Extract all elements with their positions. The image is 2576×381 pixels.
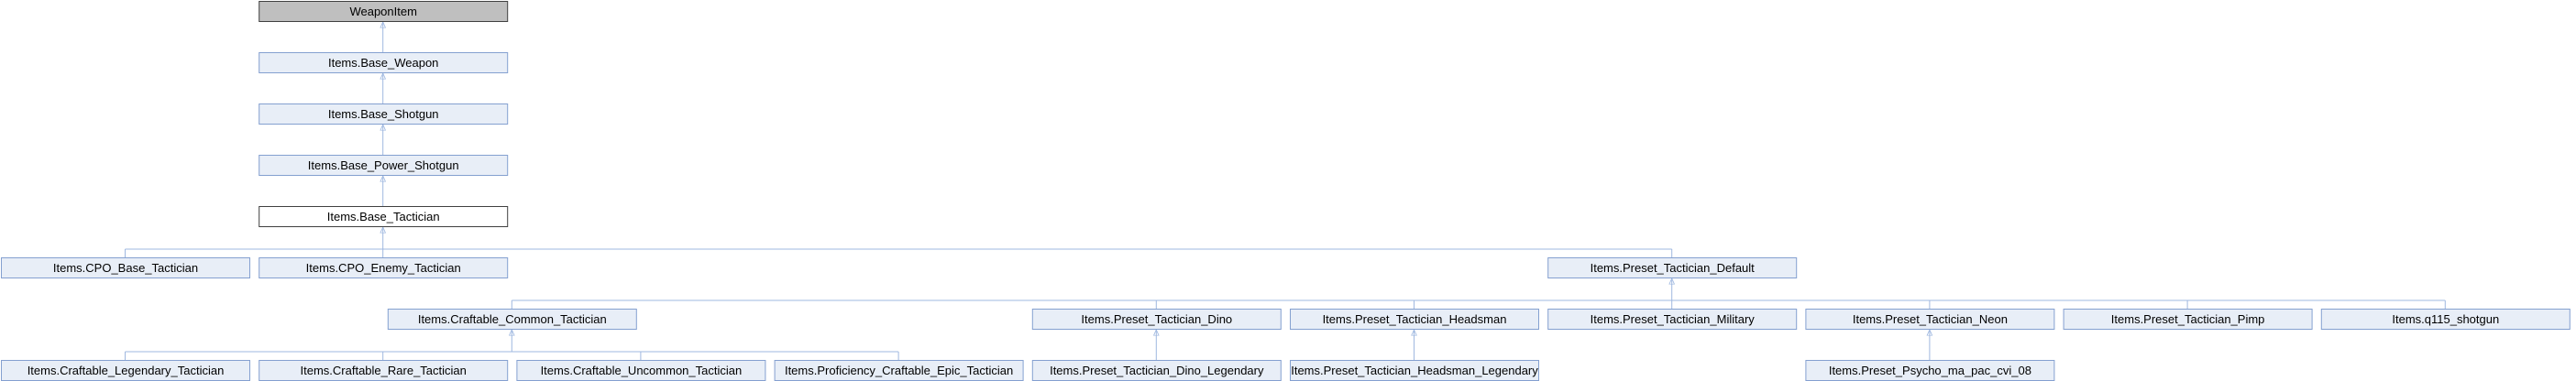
node-label: Items.Preset_Tactician_Dino: [1081, 312, 1232, 326]
node-label: Items.Base_Shotgun: [328, 107, 439, 121]
class-node-preset-tactician-default[interactable]: Items.Preset_Tactician_Default: [1547, 257, 1798, 278]
class-node-preset-tactician-headsman[interactable]: Items.Preset_Tactician_Headsman: [1290, 309, 1539, 330]
node-label: Items.Base_Power_Shotgun: [308, 158, 459, 172]
node-label: Items.Craftable_Rare_Tactician: [301, 364, 467, 377]
class-node-craftable-common-tactician[interactable]: Items.Craftable_Common_Tactician: [387, 309, 637, 330]
node-label: Items.Craftable_Legendary_Tactician: [28, 364, 225, 377]
edge-group-craftable-common-tactician: [125, 330, 899, 360]
inheritance-diagram: WeaponItem Items.Base_Weapon Items.Base_Sh…: [1, 1, 2570, 381]
node-label: Items.CPO_Base_Tactician: [53, 261, 198, 275]
node-label: WeaponItem: [349, 5, 416, 18]
edge-group-preset-tactician-default: [511, 278, 2446, 309]
class-node-base-power-shotgun[interactable]: Items.Base_Power_Shotgun: [259, 155, 509, 176]
class-node-preset-tactician-dino-legendary[interactable]: Items.Preset_Tactician_Dino_Legendary: [1031, 360, 1282, 381]
class-node-preset-tactician-pimp[interactable]: Items.Preset_Tactician_Pimp: [2063, 309, 2313, 330]
class-node-base-shotgun[interactable]: Items.Base_Shotgun: [259, 103, 509, 125]
class-node-preset-tactician-neon[interactable]: Items.Preset_Tactician_Neon: [1805, 309, 2055, 330]
class-node-proficiency-craftable-epic-tactician[interactable]: Items.Proficiency_Craftable_Epic_Tactici…: [774, 360, 1024, 381]
nodes-layer: WeaponItem Items.Base_Weapon Items.Base_Sh…: [1, 1, 2570, 381]
class-node-craftable-rare-tactician[interactable]: Items.Craftable_Rare_Tactician: [259, 360, 509, 381]
class-node-base-weapon[interactable]: Items.Base_Weapon: [259, 52, 509, 73]
node-label: Items.Preset_Tactician_Dino_Legendary: [1050, 364, 1264, 377]
node-label: Items.Preset_Tactician_Military: [1591, 312, 1756, 326]
node-label: Items.q115_shotgun: [2392, 312, 2499, 326]
node-label: Items.Preset_Tactician_Headsman: [1323, 312, 1507, 326]
node-label: Items.CPO_Enemy_Tactician: [306, 261, 461, 275]
node-label: Items.Preset_Tactician_Headsman_Legendar…: [1291, 364, 1538, 377]
node-label: Items.Craftable_Common_Tactician: [418, 312, 607, 326]
class-node-q115-shotgun[interactable]: Items.q115_shotgun: [2320, 309, 2570, 330]
class-node-cpo-enemy-tactician[interactable]: Items.CPO_Enemy_Tactician: [259, 257, 509, 278]
node-label: Items.Craftable_Uncommon_Tactician: [541, 364, 743, 377]
class-node-preset-tactician-dino[interactable]: Items.Preset_Tactician_Dino: [1031, 309, 1282, 330]
node-label: Items.Preset_Tactician_Neon: [1853, 312, 2008, 326]
class-node-weaponitem[interactable]: WeaponItem: [259, 1, 509, 22]
class-node-preset-tactician-military[interactable]: Items.Preset_Tactician_Military: [1547, 309, 1798, 330]
node-label: Items.Base_Tactician: [327, 210, 440, 223]
node-label: Items.Preset_Tactician_Default: [1591, 261, 1756, 275]
edge-group-base-tactician: [125, 227, 1673, 257]
class-node-craftable-uncommon-tactician[interactable]: Items.Craftable_Uncommon_Tactician: [516, 360, 766, 381]
node-label: Items.Preset_Tactician_Pimp: [2111, 312, 2265, 326]
node-label: Items.Base_Weapon: [328, 56, 438, 70]
node-label: Items.Preset_Psycho_ma_pac_cvi_08: [1829, 364, 2031, 377]
class-node-preset-tactician-headsman-legendary[interactable]: Items.Preset_Tactician_Headsman_Legendar…: [1290, 360, 1539, 381]
class-node-preset-psycho-ma-pac-cvi-08[interactable]: Items.Preset_Psycho_ma_pac_cvi_08: [1805, 360, 2055, 381]
class-node-base-tactician: Items.Base_Tactician: [259, 206, 509, 227]
class-node-craftable-legendary-tactician[interactable]: Items.Craftable_Legendary_Tactician: [1, 360, 250, 381]
node-label: Items.Proficiency_Craftable_Epic_Tactici…: [785, 364, 1013, 377]
class-node-cpo-base-tactician[interactable]: Items.CPO_Base_Tactician: [1, 257, 250, 278]
